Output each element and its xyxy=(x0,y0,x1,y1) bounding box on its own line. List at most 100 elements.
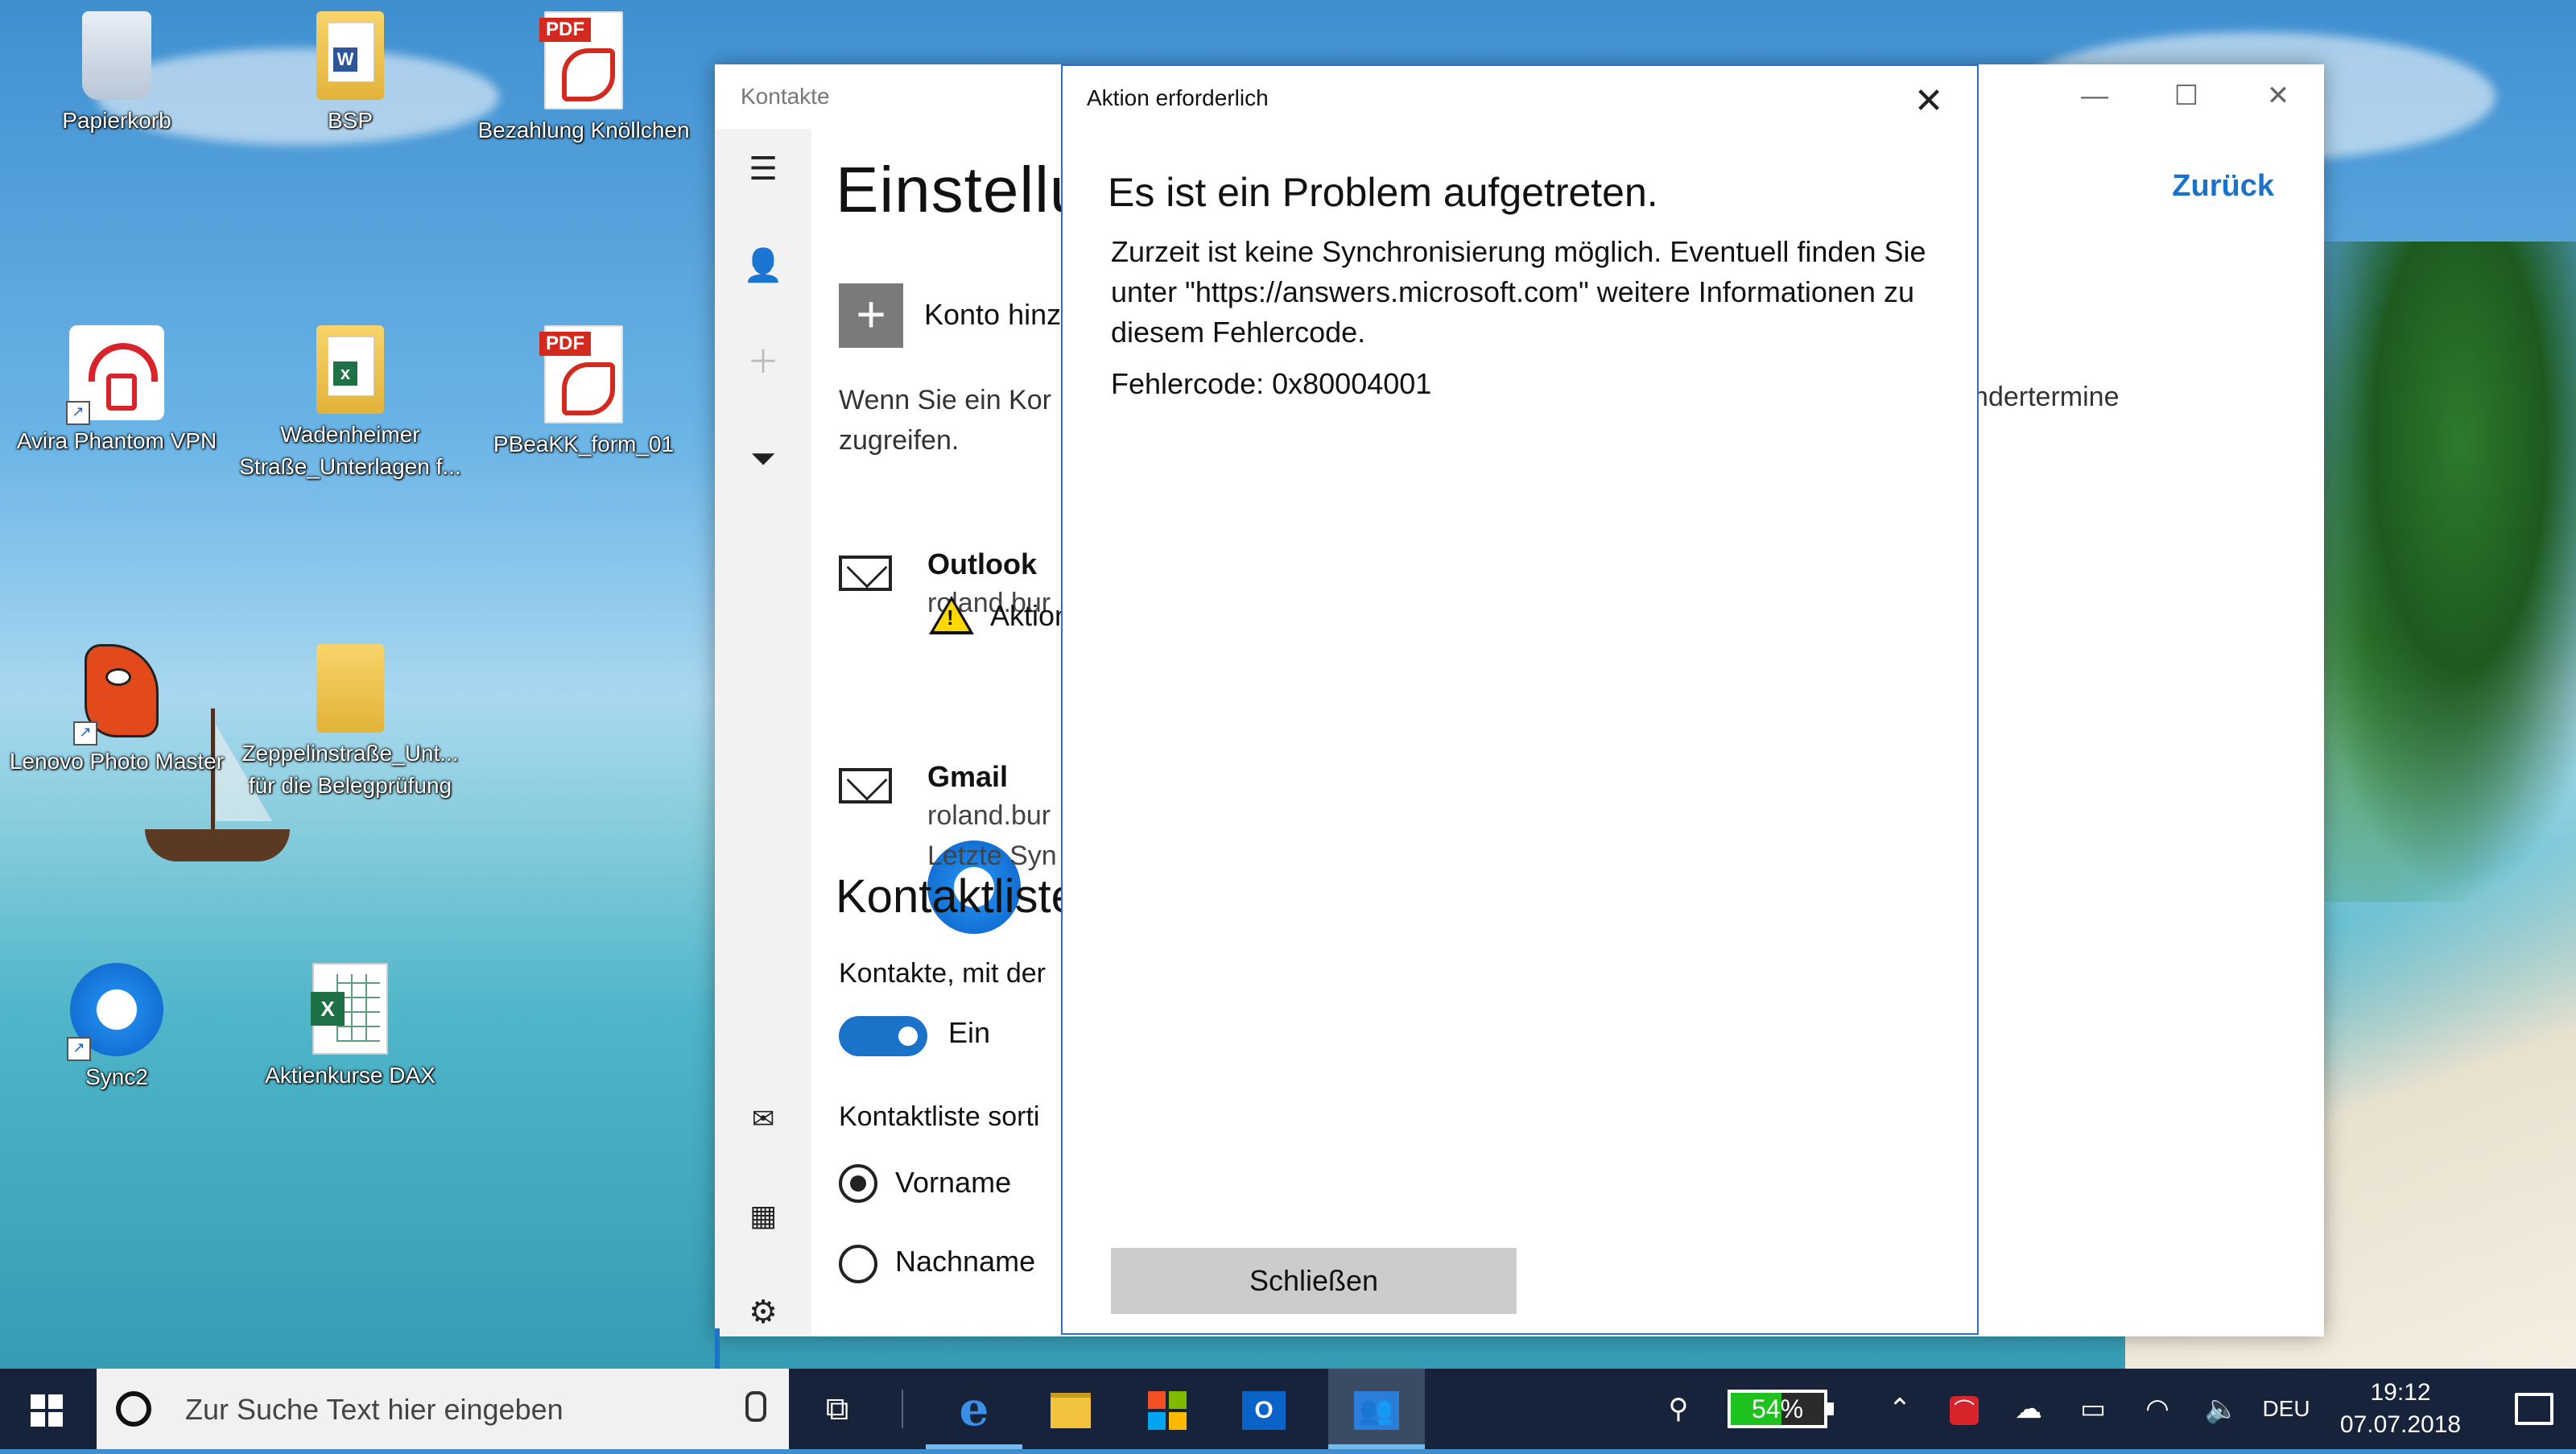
shortcut-arrow-icon: ↗ xyxy=(73,721,97,746)
task-view-icon[interactable]: ⧉ xyxy=(789,1369,886,1449)
contacts-toggle[interactable] xyxy=(839,1016,927,1056)
clock-time: 19:12 xyxy=(2370,1379,2431,1406)
desktop-icon-recycle-bin[interactable]: Papierkorb xyxy=(0,11,233,137)
person-icon[interactable]: 👤 xyxy=(715,225,811,306)
dialog-title: Aktion erforderlich xyxy=(1087,85,1269,110)
dialog-close-button[interactable]: ✕ xyxy=(1905,77,1953,126)
desktop-icon-lenovo-photo[interactable]: ↗ Lenovo Photo Master xyxy=(0,644,233,778)
add-account-label[interactable]: Konto hinz xyxy=(924,298,1061,332)
taskbar-separator xyxy=(902,1390,903,1428)
radio-label-vorname[interactable]: Vorname xyxy=(895,1166,1011,1200)
desktop-icon-label: Papierkorb xyxy=(62,108,171,133)
clock[interactable]: 19:12 07.07.2018 xyxy=(2304,1377,2497,1441)
toggle-label: Ein xyxy=(948,1016,991,1049)
start-button[interactable] xyxy=(0,1369,97,1449)
microphone-icon[interactable] xyxy=(745,1391,766,1422)
gear-icon[interactable]: ⚙ xyxy=(715,1272,811,1353)
help-text: Wenn Sie ein Kor zugreifen. xyxy=(839,385,1051,456)
radio-nachname[interactable] xyxy=(839,1245,877,1283)
mail-icon xyxy=(839,768,892,803)
action-center-button[interactable] xyxy=(2491,1369,2576,1449)
clock-date: 07.07.2018 xyxy=(2339,1411,2462,1438)
mail-icon[interactable]: ✉ xyxy=(715,1079,811,1159)
word-folder-icon: W xyxy=(316,11,384,100)
search-placeholder: Zur Suche Text hier eingeben xyxy=(185,1393,564,1426)
contact-list-heading: Kontaktliste xyxy=(836,870,1077,923)
app-title: Kontakte xyxy=(741,84,830,109)
maximize-button[interactable]: ☐ xyxy=(2140,64,2232,129)
close-window-button[interactable]: ✕ xyxy=(2232,64,2324,129)
desktop-icon-label: Lenovo Photo Master xyxy=(9,749,225,774)
desktop-icon-aktienkurse[interactable]: X Aktienkurse DAX xyxy=(233,963,467,1092)
sync-icon: ↗ xyxy=(67,963,163,1061)
store-icon[interactable] xyxy=(1119,1369,1216,1449)
power-icon[interactable]: ▭ xyxy=(2069,1369,2117,1449)
shortcut-arrow-icon: ↗ xyxy=(66,401,90,425)
desktop-icon-label: PBeaKK_form_01 xyxy=(493,432,675,456)
desktop-icon-label: Wadenheimer Straße_Unterlagen f... xyxy=(239,422,461,479)
battery-indicator[interactable]: 54% xyxy=(1728,1390,1834,1428)
vpn-icon: ↗ xyxy=(66,325,164,425)
desktop-icon-avira-vpn[interactable]: ↗ Avira Phantom VPN xyxy=(0,325,233,457)
back-link[interactable]: Zurück xyxy=(2172,169,2274,204)
chevron-up-icon[interactable]: ⌃ xyxy=(1876,1369,1924,1449)
desktop-icon-wadenheimer[interactable]: x Wadenheimer Straße_Unterlagen f... xyxy=(233,325,467,483)
add-account-icon[interactable]: + xyxy=(839,283,903,348)
radio-label-nachname[interactable]: Nachname xyxy=(895,1245,1035,1278)
filter-icon[interactable]: ⏷ xyxy=(715,419,811,499)
account-email: roland.bur xyxy=(927,800,1051,831)
mail-icon xyxy=(839,556,892,591)
dialog-message: Zurzeit ist keine Synchronisierung mögli… xyxy=(1111,235,1926,349)
contacts-with-label: Kontakte, mit der xyxy=(839,958,1046,989)
palm-trees xyxy=(2286,242,2576,902)
recycle-bin-icon xyxy=(82,11,151,100)
account-name: Gmail xyxy=(927,760,1009,793)
desktop-icon-label: Aktienkurse DAX xyxy=(265,1063,436,1088)
sort-label: Kontaktliste sorti xyxy=(839,1101,1040,1132)
desktop-icon-label: BSP xyxy=(327,108,374,133)
desktop-icon-zeppelinstrasse[interactable]: Zeppelinstraße_Unt... für die Belegprüfu… xyxy=(233,644,467,802)
warning-icon: ! xyxy=(929,596,974,634)
error-code: Fehlercode: 0x80004001 xyxy=(1111,367,1432,400)
onedrive-icon[interactable]: ☁ xyxy=(2004,1369,2053,1449)
search-box[interactable]: Zur Suche Text hier eingeben xyxy=(97,1369,789,1449)
excel-folder-icon: x xyxy=(316,325,384,414)
desktop-icon-bsp[interactable]: W BSP xyxy=(233,11,467,137)
calendar-icon[interactable]: ▦ xyxy=(715,1175,811,1256)
add-icon[interactable]: ＋ xyxy=(715,322,811,403)
dialog-heading: Es ist ein Problem aufgetreten. xyxy=(1108,170,1658,215)
error-dialog: Aktion erforderlich ✕ Es ist ein Problem… xyxy=(1061,64,1979,1335)
action-required-label: Aktion xyxy=(990,599,1071,632)
people-icon[interactable]: 👥 xyxy=(1328,1369,1425,1449)
file-explorer-icon[interactable] xyxy=(1022,1369,1119,1449)
pdf-icon: PDF xyxy=(539,325,623,423)
people-tray-icon[interactable]: ⚲ xyxy=(1650,1369,1707,1449)
hamburger-icon[interactable]: ☰ xyxy=(715,129,811,209)
desktop-icon-sync2[interactable]: ↗ Sync2 xyxy=(0,963,233,1093)
desktop-icon-label: Sync2 xyxy=(85,1064,148,1089)
page-title: Einstellu xyxy=(836,154,1087,225)
windows-logo-icon xyxy=(31,1394,63,1427)
close-button[interactable]: Schließen xyxy=(1111,1248,1517,1314)
minimize-button[interactable]: — xyxy=(2049,64,2140,129)
desktop-icon-bezahlung[interactable]: PDF Bezahlung Knöllchen xyxy=(467,11,700,147)
shortcut-arrow-icon: ↗ xyxy=(67,1037,91,1061)
radio-vorname[interactable] xyxy=(839,1164,877,1203)
boat xyxy=(145,829,290,861)
taskbar: Zur Suche Text hier eingeben ⧉ e O 👥 ⚲ 5… xyxy=(0,1369,2576,1449)
folder-icon xyxy=(316,644,384,733)
edge-icon[interactable]: e xyxy=(926,1369,1022,1449)
cortana-icon[interactable] xyxy=(116,1391,151,1427)
pdf-icon: PDF xyxy=(539,11,623,109)
photo-master-icon: ↗ xyxy=(73,644,159,746)
volume-icon[interactable]: 🔈 xyxy=(2198,1369,2246,1449)
desktop-icon-pbeakk[interactable]: PDF PBeaKK_form_01 xyxy=(467,325,700,461)
desktop-icon-label: Bezahlung Knöllchen xyxy=(477,118,690,143)
excel-icon: X xyxy=(311,963,388,1055)
avira-tray-icon[interactable]: ⌒ xyxy=(1940,1369,1988,1449)
outlook-icon[interactable]: O xyxy=(1216,1369,1312,1449)
account-name: Outlook xyxy=(927,547,1037,580)
desktop-icon-label: Zeppelinstraße_Unt... für die Belegprüfu… xyxy=(242,741,459,798)
nav-rail: ☰ 👤 ＋ ⏷ ✉ ▦ ⚙ xyxy=(715,129,811,1378)
wifi-icon[interactable]: ◠ xyxy=(2133,1369,2182,1449)
